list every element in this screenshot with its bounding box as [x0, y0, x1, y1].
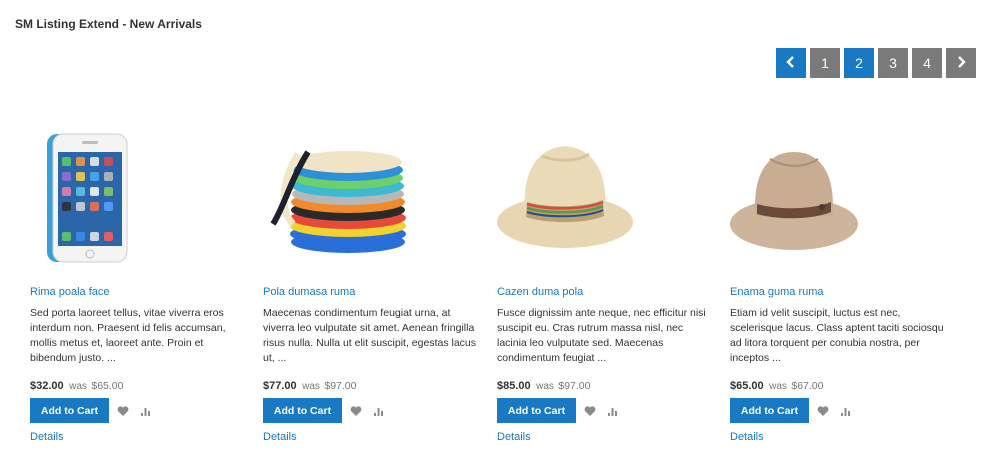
product-price: $32.00: [30, 380, 64, 392]
chevron-left-icon: [785, 55, 797, 71]
compare-chart-icon[interactable]: [604, 402, 622, 420]
price-box: $77.00 was $97.00: [263, 376, 356, 394]
product-name-link[interactable]: Cazen duma pola: [497, 286, 583, 298]
price-box: $65.00 was $67.00: [730, 376, 823, 394]
old-price: $67.00: [791, 380, 824, 392]
was-label: was: [536, 381, 554, 392]
add-to-cart-button[interactable]: Add to Cart: [730, 398, 809, 423]
chevron-right-icon: [955, 55, 967, 71]
pager-page-1[interactable]: 1: [810, 48, 840, 78]
product-name-link[interactable]: Pola dumasa ruma: [263, 286, 355, 298]
pager-page-2[interactable]: 2: [844, 48, 874, 78]
product-image[interactable]: [263, 124, 478, 274]
pager-page-3[interactable]: 3: [878, 48, 908, 78]
pagination: 1 2 3 4: [776, 48, 980, 78]
product-description: Maecenas condimentum feugiat urna, at vi…: [263, 307, 477, 364]
old-price: $97.00: [558, 380, 591, 392]
add-to-cart-button[interactable]: Add to Cart: [497, 398, 576, 423]
product-image[interactable]: [30, 124, 245, 274]
wishlist-heart-icon[interactable]: [347, 402, 365, 420]
compare-chart-icon[interactable]: [837, 402, 855, 420]
old-price: $97.00: [324, 380, 357, 392]
product-price: $85.00: [497, 380, 531, 392]
product-actions: Add to Cart: [497, 398, 622, 423]
pager-prev-button[interactable]: [776, 48, 806, 78]
product-name-link[interactable]: Rima poala face: [30, 286, 110, 298]
was-label: was: [69, 381, 87, 392]
product-price: $77.00: [263, 380, 297, 392]
price-box: $85.00 was $97.00: [497, 376, 590, 394]
old-price: $65.00: [91, 380, 124, 392]
wishlist-heart-icon[interactable]: [581, 402, 599, 420]
product-name-link[interactable]: Enama guma ruma: [730, 286, 824, 298]
product-image[interactable]: [497, 124, 712, 274]
add-to-cart-button[interactable]: Add to Cart: [30, 398, 109, 423]
block-title: SM Listing Extend - New Arrivals: [15, 17, 202, 31]
product-description: Fusce dignissim ante neque, nec efficitu…: [497, 307, 706, 364]
was-label: was: [769, 381, 787, 392]
add-to-cart-button[interactable]: Add to Cart: [263, 398, 342, 423]
product-actions: Add to Cart: [30, 398, 155, 423]
product-image[interactable]: [730, 124, 945, 274]
details-link[interactable]: Details: [730, 431, 764, 443]
was-label: was: [302, 381, 320, 392]
wishlist-heart-icon[interactable]: [814, 402, 832, 420]
pager-page-4[interactable]: 4: [912, 48, 942, 78]
product-actions: Add to Cart: [263, 398, 388, 423]
product-price: $65.00: [730, 380, 764, 392]
product-description: Etiam id velit suscipit, luctus est nec,…: [730, 307, 944, 364]
details-link[interactable]: Details: [263, 431, 297, 443]
details-link[interactable]: Details: [30, 431, 64, 443]
details-link[interactable]: Details: [497, 431, 531, 443]
compare-chart-icon[interactable]: [137, 402, 155, 420]
product-actions: Add to Cart: [730, 398, 855, 423]
wishlist-heart-icon[interactable]: [114, 402, 132, 420]
compare-chart-icon[interactable]: [370, 402, 388, 420]
product-description: Sed porta laoreet tellus, vitae viverra …: [30, 307, 226, 364]
pager-next-button[interactable]: [946, 48, 976, 78]
price-box: $32.00 was $65.00: [30, 376, 123, 394]
